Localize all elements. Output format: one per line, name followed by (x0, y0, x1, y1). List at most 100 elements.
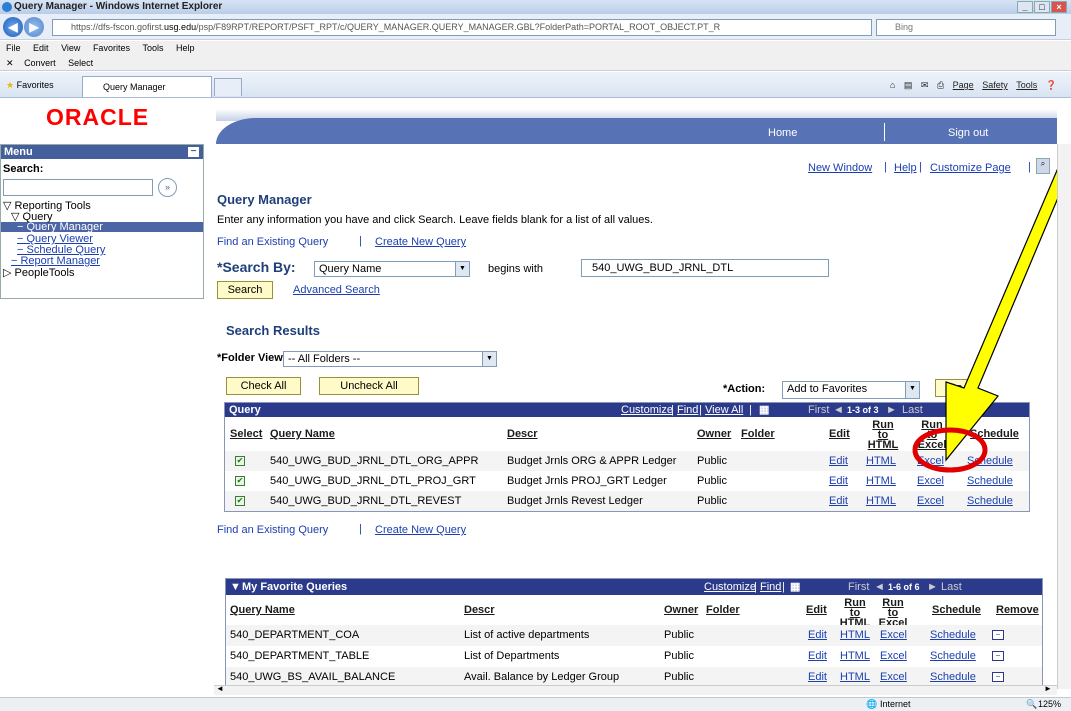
row-query-name: 540_UWG_BUD_JRNL_DTL_PROJ_GRT (270, 475, 476, 487)
fav-col-owner[interactable]: Owner (664, 604, 698, 616)
col-folder[interactable]: Folder (741, 428, 775, 440)
row-excel-link[interactable]: Excel (917, 495, 944, 507)
bing-search-input[interactable]: Bing (876, 19, 1056, 36)
menu-help[interactable]: Help (176, 43, 195, 53)
sidebar-item-peopletools[interactable]: ▷ PeopleTools (3, 266, 74, 279)
bottom-create-new-link[interactable]: Create New Query (375, 524, 466, 536)
col-query-name[interactable]: Query Name (270, 428, 335, 440)
advanced-search-link[interactable]: Advanced Search (293, 284, 380, 296)
new-window-link[interactable]: New Window (808, 162, 872, 174)
zoom-level[interactable]: 125% (1038, 698, 1061, 711)
menu-view[interactable]: View (61, 43, 80, 53)
folder-view-select[interactable]: -- All Folders -- ▼ (283, 351, 497, 367)
sidebar-item-query-manager[interactable]: − Query Manager (17, 221, 103, 233)
uncheck-all-button[interactable]: Uncheck All (319, 377, 419, 395)
fav-col-descr[interactable]: Descr (464, 604, 495, 616)
fav-row-schedule-link[interactable]: Schedule (930, 671, 976, 683)
menu-tools[interactable]: Tools (142, 43, 163, 53)
collapse-menu-icon[interactable]: − (188, 147, 199, 157)
select-button[interactable]: Select (68, 58, 93, 68)
address-bar[interactable]: https://dfs-fscon.gofirst.usg.edu/psp/F8… (52, 19, 872, 36)
tab-query-manager[interactable]: Query Manager (82, 76, 212, 97)
grid-find-link[interactable]: Find (677, 403, 698, 417)
menu-file[interactable]: File (6, 43, 21, 53)
remove-icon[interactable]: − (992, 651, 1004, 661)
menu-search-input[interactable] (3, 179, 153, 196)
fav-row-excel-link[interactable]: Excel (880, 671, 907, 683)
menu-edit[interactable]: Edit (33, 43, 49, 53)
fav-row-html-link[interactable]: HTML (840, 629, 870, 641)
new-tab-button[interactable] (214, 78, 242, 96)
find-existing-query-link[interactable]: Find an Existing Query (217, 236, 328, 248)
download-grid-icon[interactable]: ▦ (790, 579, 800, 595)
fav-col-folder[interactable]: Folder (706, 604, 740, 616)
begins-with-label: begins with (488, 263, 544, 275)
scroll-left-icon[interactable]: ◄ (216, 684, 224, 693)
tools-menu[interactable]: Tools (1016, 80, 1037, 90)
remove-icon[interactable]: − (992, 630, 1004, 640)
row-html-link[interactable]: HTML (866, 495, 896, 507)
row-checkbox[interactable]: ✔ (235, 476, 245, 486)
grid-separator: | (699, 404, 702, 416)
remove-icon[interactable]: − (992, 672, 1004, 682)
grid-view-all-link[interactable]: View All (705, 403, 743, 417)
fav-col-name[interactable]: Query Name (230, 604, 295, 616)
fav-row-schedule-link[interactable]: Schedule (930, 650, 976, 662)
scroll-right-icon[interactable]: ► (1044, 684, 1052, 693)
vertical-scrollbar[interactable] (1057, 144, 1071, 689)
favorites-title: My Favorite Queries (242, 581, 348, 593)
search-go-icon[interactable]: » (158, 178, 177, 197)
home-link[interactable]: Home (768, 127, 797, 139)
window-titlebar: Query Manager - Windows Internet Explore… (0, 0, 1071, 14)
col-owner[interactable]: Owner (697, 428, 731, 440)
back-arrow-icon[interactable]: ◀ (3, 17, 23, 37)
convert-button[interactable]: Convert (24, 58, 56, 68)
help-icon[interactable]: ❓ (1046, 80, 1057, 90)
print-icon[interactable]: ⎙ (937, 80, 944, 90)
menu-favorites[interactable]: Favorites (93, 43, 130, 53)
search-by-select[interactable]: Query Name ▼ (314, 261, 470, 277)
bottom-find-existing-link[interactable]: Find an Existing Query (217, 524, 328, 536)
signout-link[interactable]: Sign out (948, 127, 988, 139)
fav-customize-link[interactable]: Customize (704, 579, 756, 595)
fav-row-edit-link[interactable]: Edit (808, 650, 827, 662)
col-descr[interactable]: Descr (507, 428, 538, 440)
close-x-icon[interactable]: ✕ (6, 58, 14, 68)
maximize-button[interactable]: □ (1034, 1, 1050, 13)
page-menu[interactable]: Page (953, 80, 974, 90)
search-value-input[interactable]: 540_UWG_BUD_JRNL_DTL (581, 259, 829, 277)
feeds-icon[interactable]: ▤ (904, 80, 913, 90)
fav-row-name: 540_UWG_BS_AVAIL_BALANCE (230, 671, 396, 683)
home-icon[interactable]: ⌂ (890, 80, 895, 90)
forward-arrow-icon[interactable]: ▶ (24, 17, 44, 37)
fav-row-schedule-link[interactable]: Schedule (930, 629, 976, 641)
collapse-arrow-icon[interactable]: ▼ (230, 579, 241, 595)
close-window-button[interactable]: × (1051, 1, 1067, 13)
row-edit-link[interactable]: Edit (829, 475, 848, 487)
row-schedule-link[interactable]: Schedule (967, 495, 1013, 507)
safety-menu[interactable]: Safety (982, 80, 1008, 90)
row-checkbox[interactable]: ✔ (235, 456, 245, 466)
fav-row-html-link[interactable]: HTML (840, 650, 870, 662)
fav-row-html-link[interactable]: HTML (840, 671, 870, 683)
horizontal-scrollbar[interactable]: ◄ ► (214, 684, 1057, 695)
row-edit-link[interactable]: Edit (829, 495, 848, 507)
minimize-button[interactable]: _ (1017, 1, 1033, 13)
fav-row-edit-link[interactable]: Edit (808, 671, 827, 683)
fav-row-excel-link[interactable]: Excel (880, 629, 907, 641)
fav-find-link[interactable]: Find (760, 579, 781, 595)
create-new-query-link[interactable]: Create New Query (375, 236, 466, 248)
fav-row-descr: List of active departments (464, 629, 590, 641)
mail-icon[interactable]: ✉ (921, 80, 929, 90)
favorites-button[interactable]: ★ Favorites (6, 77, 54, 93)
search-button[interactable]: Search (217, 281, 273, 299)
row-edit-link[interactable]: Edit (829, 455, 848, 467)
grid-customize-link[interactable]: Customize (621, 403, 673, 417)
fav-row-edit-link[interactable]: Edit (808, 629, 827, 641)
fav-row-excel-link[interactable]: Excel (880, 650, 907, 662)
check-all-button[interactable]: Check All (226, 377, 301, 395)
download-grid-icon[interactable]: ▦ (759, 403, 769, 417)
zoom-icon[interactable]: 🔍 (1026, 698, 1037, 711)
row-checkbox[interactable]: ✔ (235, 496, 245, 506)
prev-page-icon: ◄ (874, 581, 885, 593)
